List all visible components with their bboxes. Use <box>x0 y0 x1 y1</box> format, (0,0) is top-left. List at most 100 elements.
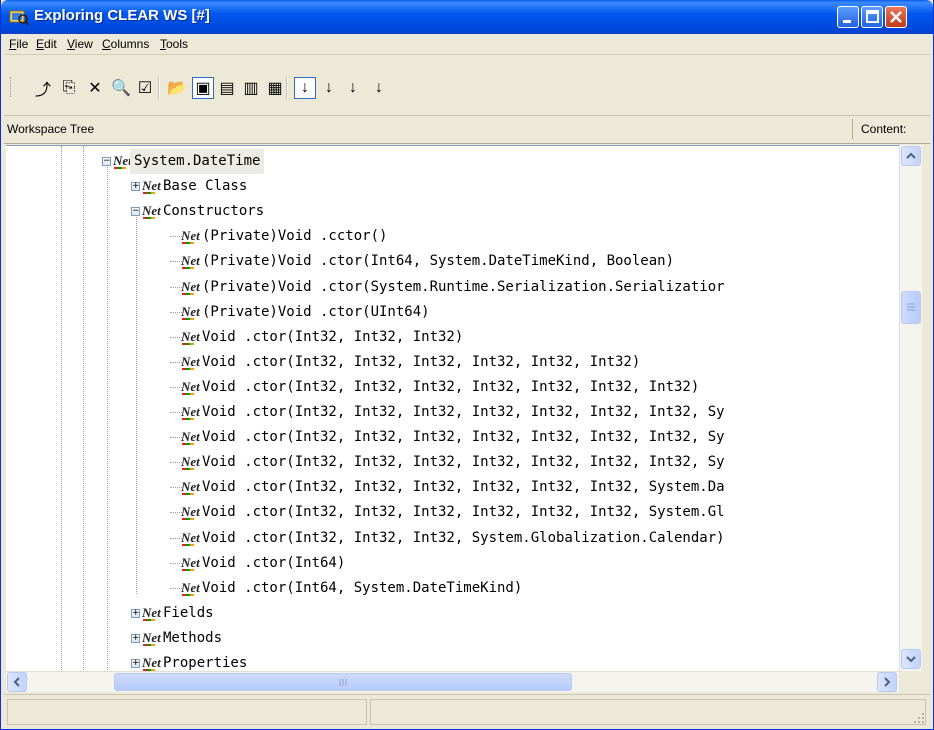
scroll-right-button[interactable] <box>877 672 897 692</box>
list-view-button[interactable]: ▥ <box>240 77 262 99</box>
tree-node[interactable]: Net (Private)Void .cctor() <box>6 224 899 249</box>
scroll-left-button[interactable] <box>7 672 27 692</box>
tree-node[interactable]: Net Void .ctor(Int64) <box>6 551 899 576</box>
tree-node-label[interactable]: Void .ctor(Int64, System.DateTimeKind) <box>202 576 522 601</box>
tree-node-label[interactable]: Fields <box>163 601 214 626</box>
contents-header[interactable]: Content: <box>861 122 906 136</box>
large-icons-view-icon: ▣ <box>195 80 211 97</box>
menu-file[interactable]: File <box>9 37 28 51</box>
collapse-icon[interactable]: − <box>131 207 140 217</box>
tree-node[interactable]: + Net Base Class <box>6 174 899 199</box>
small-icons-view-icon: ▤ <box>219 80 235 97</box>
tree-node[interactable]: Net Void .ctor(Int32, Int32, Int32, Syste… <box>6 526 899 551</box>
delete-button[interactable]: ✕ <box>84 77 106 99</box>
workspace-tree[interactable]: − Net System.DateTime + Net Base Class − Net Con… <box>6 145 899 672</box>
small-buttons-view-icon[interactable]: ▤ <box>216 77 238 99</box>
tree-node[interactable]: Net (Private)Void .ctor(Int64, System.Dat… <box>6 249 899 274</box>
properties-icon: ☑ <box>137 80 153 97</box>
tree-node[interactable]: Net Void .ctor(Int32, Int32, Int32, Int32… <box>6 375 899 400</box>
dotnet-icon: Net <box>142 178 161 195</box>
status-panel-left <box>7 699 367 725</box>
open-folder-icon: 📂 <box>167 80 187 97</box>
tree-node-label[interactable]: Void .ctor(Int32, Int32, Int32) <box>202 325 463 350</box>
horizontal-scroll-thumb[interactable] <box>114 673 572 691</box>
tree-node[interactable]: Net Void .ctor(Int32, Int32, Int32, Int32… <box>6 450 899 475</box>
scroll-up-button[interactable] <box>901 146 921 166</box>
minimize-button[interactable] <box>837 6 859 28</box>
up-folder-icon: ⤴ <box>34 82 51 99</box>
tree-node[interactable]: Net Void .ctor(Int32, Int32, Int32, Int32… <box>6 475 899 500</box>
tree-node-label[interactable]: Void .ctor(Int32, Int32, Int32, Int32, I… <box>202 400 725 425</box>
large-buttons-view-icon[interactable]: ▣ <box>192 77 214 99</box>
up-folder-button[interactable]: ⤴ <box>32 77 54 99</box>
title-bar[interactable]: Exploring CLEAR WS [#] <box>1 0 933 34</box>
tree-node-label[interactable]: Constructors <box>163 199 264 224</box>
horizontal-scrollbar[interactable] <box>6 671 899 692</box>
details-view-button[interactable]: ▦ <box>264 77 286 99</box>
tree-node-label[interactable]: Void .ctor(Int64) <box>202 551 345 576</box>
expand-icon[interactable]: + <box>131 182 140 192</box>
tree-node-label[interactable]: Void .ctor(Int32, Int32, Int32, Int32, I… <box>202 500 725 525</box>
menu-columns[interactable]: Columns <box>102 37 149 51</box>
menu-edit[interactable]: Edit <box>36 37 57 51</box>
maximize-button[interactable] <box>861 6 883 28</box>
tree-node[interactable]: Net Void .ctor(Int32, Int32, Int32, Int32… <box>6 400 899 425</box>
expand-icon[interactable]: + <box>131 659 140 668</box>
tree-node-label[interactable]: (Private)Void .ctor(Int64, System.DateTi… <box>202 249 674 274</box>
dotnet-icon: Net <box>142 604 161 621</box>
dotnet-icon: Net <box>181 328 200 345</box>
collapse-icon[interactable]: − <box>102 157 111 166</box>
scroll-down-button[interactable] <box>901 649 921 669</box>
dotnet-icon: Net <box>181 404 200 420</box>
sort-size-button[interactable]: ↓ <box>368 77 390 99</box>
tree-node-label[interactable]: Void .ctor(Int32, Int32, Int32, Int32, I… <box>202 450 725 475</box>
dotnet-icon: Net <box>181 278 200 295</box>
tree-node[interactable]: Net (Private)Void .ctor(System.Runtime.Se… <box>6 275 899 300</box>
tree-node-label[interactable]: System.DateTime <box>130 149 265 174</box>
sort-za-button[interactable]: ↓ <box>318 77 340 99</box>
tree-node-label[interactable]: Void .ctor(Int32, Int32, Int32, Int32, I… <box>202 475 725 500</box>
resize-grip-icon[interactable] <box>912 711 926 725</box>
tree-node[interactable]: Net (Private)Void .ctor(UInt64) <box>6 300 899 325</box>
tree-node-label[interactable]: Void .ctor(Int32, Int32, Int32, Int32, I… <box>202 375 699 400</box>
tree-node-label[interactable]: Methods <box>163 626 222 651</box>
expand-icon[interactable]: + <box>131 608 140 618</box>
tree-node-label[interactable]: (Private)Void .ctor(System.Runtime.Seria… <box>202 275 725 300</box>
dotnet-icon: Net <box>181 429 200 446</box>
menu-tools[interactable]: Tools <box>160 37 188 51</box>
tree-node[interactable]: − Net Constructors <box>6 199 899 224</box>
tree-node-label[interactable]: Base Class <box>163 174 247 199</box>
vertical-scrollbar[interactable] <box>899 145 922 671</box>
sort-type-button[interactable]: ↓ <box>342 77 364 99</box>
menu-view[interactable]: View <box>67 37 93 51</box>
workspace-tree-header[interactable]: Workspace Tree <box>7 122 94 136</box>
header-divider[interactable] <box>852 119 853 139</box>
search-button[interactable]: 🔍 <box>110 77 132 99</box>
tree-node-label[interactable]: Void .ctor(Int32, Int32, Int32, System.G… <box>202 526 725 551</box>
expand-icon[interactable]: + <box>131 633 140 643</box>
copy-button[interactable]: ⎘ <box>58 77 80 99</box>
toolbar-grip[interactable] <box>10 77 14 97</box>
tree-node[interactable]: Net Void .ctor(Int32, Int32, Int32, Int32… <box>6 500 899 525</box>
tree-node[interactable]: Net Void .ctor(Int64, System.DateTimeKind… <box>6 576 899 601</box>
tree-node[interactable]: + Net Methods <box>6 626 899 651</box>
tree-node[interactable]: − Net System.DateTime <box>6 149 899 174</box>
tree-node-label[interactable]: Properties <box>163 651 247 672</box>
open-folder-button[interactable]: 📂 <box>166 77 188 99</box>
tree-node-label[interactable]: (Private)Void .ctor(UInt64) <box>202 300 430 325</box>
sort-type-icon: ↓ <box>349 79 357 96</box>
properties-button[interactable]: ☑ <box>134 77 156 99</box>
dotnet-icon: Net <box>181 579 200 596</box>
tree-node-label[interactable]: (Private)Void .cctor() <box>202 224 387 249</box>
close-button[interactable] <box>885 6 907 28</box>
tree-node[interactable]: Net Void .ctor(Int32, Int32, Int32) <box>6 325 899 350</box>
tree-node-label[interactable]: Void .ctor(Int32, Int32, Int32, Int32, I… <box>202 425 725 450</box>
column-header: Workspace Tree Content: <box>4 116 930 144</box>
vertical-scroll-thumb[interactable] <box>901 291 921 324</box>
sort-az-button[interactable]: ↓ <box>294 77 316 99</box>
tree-node[interactable]: Net Void .ctor(Int32, Int32, Int32, Int32… <box>6 350 899 375</box>
tree-node-label[interactable]: Void .ctor(Int32, Int32, Int32, Int32, I… <box>202 350 640 375</box>
tree-node[interactable]: Net Void .ctor(Int32, Int32, Int32, Int32… <box>6 425 899 450</box>
tree-node[interactable]: + Net Fields <box>6 601 899 626</box>
tree-node[interactable]: + Net Properties <box>6 651 899 672</box>
